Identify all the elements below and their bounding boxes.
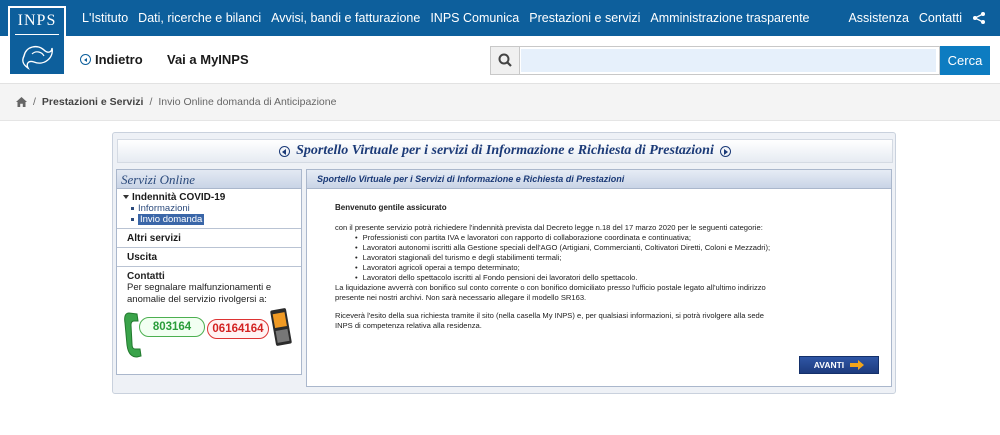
sportello-virtuale-panel: Sportello Virtuale per i servizi di Info…: [112, 132, 896, 394]
welcome-text: Benvenuto gentile assicurato: [335, 203, 447, 212]
share-icon[interactable]: [972, 11, 986, 25]
search-input[interactable]: [521, 49, 936, 72]
bullet-icon: [131, 206, 134, 210]
portal-header: Sportello Virtuale per i servizi di Info…: [117, 139, 893, 163]
nav-istituto[interactable]: L'Istituto: [82, 11, 128, 25]
liquidation-text-line1: La liquidazione avverrà con bonifico sul…: [335, 283, 766, 292]
outcome-text-line1: Riceverà l'esito della sua richiesta tra…: [335, 311, 764, 320]
contacts-box: Contatti Per segnalare malfunzionamenti …: [117, 267, 301, 363]
list-item: Professionisti con partita IVA e lavorat…: [355, 233, 881, 243]
secondary-bar: Indietro Vai a MyINPS Cerca: [0, 36, 1000, 84]
logo-text: INPS: [17, 12, 57, 29]
sidebar-item-invio-domanda[interactable]: Invio domanda: [123, 214, 295, 225]
nav-amministrazione-trasparente[interactable]: Amministrazione trasparente: [650, 11, 809, 25]
list-item: Lavoratori stagionali del turismo e degl…: [355, 253, 881, 263]
main-content-panel: Sportello Virtuale per i Servizi di Info…: [306, 169, 892, 387]
sidebar-item-altri-servizi[interactable]: Altri servizi: [117, 229, 301, 248]
breadcrumb-separator: /: [149, 96, 153, 108]
list-item: Lavoratori agricoli operai a tempo deter…: [355, 263, 881, 273]
nav-contatti[interactable]: Contatti: [919, 11, 962, 25]
back-button[interactable]: Indietro: [80, 52, 143, 67]
category-list: Professionisti con partita IVA e lavorat…: [335, 233, 881, 283]
mobile-phone-icon: [270, 308, 292, 346]
breadcrumb-separator: /: [33, 96, 36, 108]
sidebar-item-label: Invio domanda: [138, 214, 205, 225]
logo-emblem-icon: [22, 45, 53, 71]
contact-numbers: 803164 06164164: [124, 308, 292, 359]
sidebar-item-label: Informazioni: [138, 203, 190, 214]
sidebar-item-uscita[interactable]: Uscita: [117, 248, 301, 267]
back-arrow-icon: [80, 54, 91, 65]
nav-prestazioni-servizi[interactable]: Prestazioni e servizi: [529, 11, 640, 25]
top-navigation-bar: L'Istituto Dati, ricerche e bilanci Avvi…: [0, 0, 1000, 36]
nav-inps-comunica[interactable]: INPS Comunica: [430, 11, 519, 25]
utility-nav: Assistenza Contatti: [848, 0, 986, 36]
search-icon[interactable]: [491, 47, 520, 74]
main-nav: L'Istituto Dati, ricerche e bilanci Avvi…: [82, 0, 810, 36]
nav-avvisi-bandi-fatturazione[interactable]: Avvisi, bandi e fatturazione: [271, 11, 420, 25]
phone-handset-icon: [124, 312, 142, 358]
chevron-left-icon: [279, 145, 291, 157]
logo-divider: [15, 34, 59, 35]
liquidation-text-line2: presente nei nostri archivi. Non sarà ne…: [335, 293, 587, 302]
breadcrumb-prestazioni[interactable]: Prestazioni e Servizi: [42, 96, 144, 108]
contacts-title: Contatti: [127, 271, 165, 282]
breadcrumb: / Prestazioni e Servizi / Invio Online d…: [0, 84, 1000, 121]
arrow-right-icon: [850, 360, 865, 370]
bullet-icon: [131, 217, 134, 221]
chevron-right-icon: [719, 145, 731, 157]
phone-number-landline: 803164: [139, 317, 205, 337]
main-panel-body: Benvenuto gentile assicurato con il pres…: [307, 189, 891, 331]
covid-section-label: Indennità COVID-19: [132, 192, 226, 203]
avanti-button[interactable]: AVANTI: [799, 356, 879, 374]
list-item: Lavoratori dello spettacolo iscritti al …: [355, 273, 881, 283]
avanti-label: AVANTI: [813, 360, 845, 370]
phone-number-mobile: 06164164: [207, 319, 269, 339]
list-item: Lavoratori autonomi iscritti alla Gestio…: [355, 243, 881, 253]
inps-logo[interactable]: INPS: [8, 6, 66, 76]
home-icon[interactable]: [16, 97, 27, 107]
contacts-text: Per segnalare malfunzionamenti e anomali…: [127, 282, 272, 305]
back-label: Indietro: [95, 52, 143, 67]
intro-text: con il presente servizio potrà richieder…: [335, 223, 763, 232]
covid-section-title[interactable]: Indennità COVID-19: [123, 192, 295, 203]
search-box: [490, 46, 940, 75]
outcome-text-line2: INPS di competenza relativa alla residen…: [335, 321, 482, 330]
sidebar-item-informazioni[interactable]: Informazioni: [123, 203, 295, 214]
myinps-link[interactable]: Vai a MyINPS: [167, 52, 249, 67]
main-panel-heading: Sportello Virtuale per i Servizi di Info…: [307, 170, 891, 189]
caret-down-icon: [123, 195, 129, 200]
nav-dati-ricerche-bilanci[interactable]: Dati, ricerche e bilanci: [138, 11, 261, 25]
nav-assistenza[interactable]: Assistenza: [848, 11, 908, 25]
portal-title: Sportello Virtuale per i servizi di Info…: [296, 143, 714, 158]
breadcrumb-current: Invio Online domanda di Anticipazione: [158, 96, 337, 108]
covid-section: Indennità COVID-19 Informazioni Invio do…: [117, 189, 301, 229]
sidebar-heading: Servizi Online: [117, 170, 301, 189]
search-button[interactable]: Cerca: [940, 46, 990, 75]
services-sidebar: Servizi Online Indennità COVID-19 Inform…: [116, 169, 302, 375]
